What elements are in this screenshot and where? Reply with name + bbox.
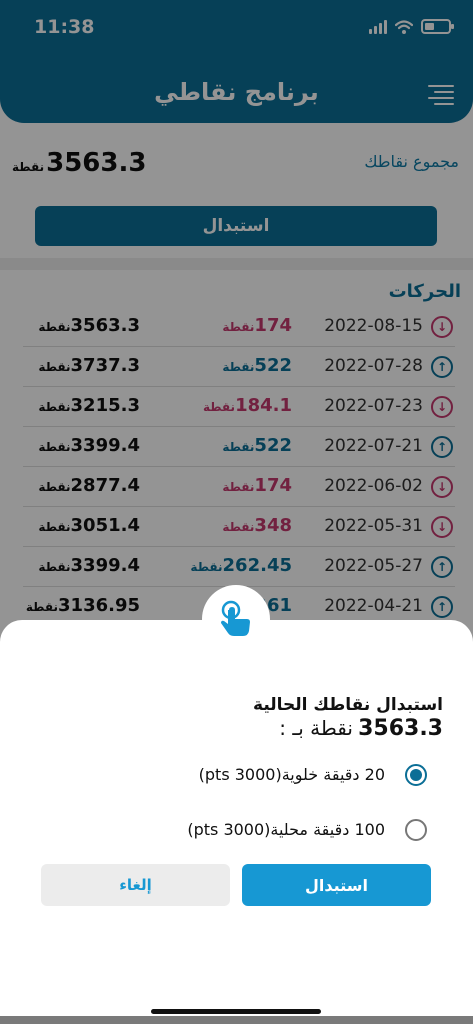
home-bar-area <box>0 1016 473 1024</box>
option-100-local-minutes[interactable]: 100 دقيقة محلية(3000 pts) <box>133 815 433 845</box>
sheet-points-suffix: نقطة بـ : <box>279 716 353 740</box>
sheet-points-value: 3563.3 <box>358 716 443 741</box>
home-indicator[interactable] <box>151 1009 321 1014</box>
radio-unselected[interactable] <box>405 819 427 841</box>
radio-selected[interactable] <box>405 764 427 786</box>
option-label: 100 دقيقة محلية(3000 pts) <box>187 820 385 839</box>
confirm-redeem-button[interactable]: استبدال <box>242 864 431 906</box>
tap-hand-glyph <box>221 600 250 636</box>
option-20-mobile-minutes[interactable]: 20 دقيقة خلوية(3000 pts) <box>133 760 433 790</box>
sheet-heading: استبدال نقاطك الحالية <box>253 695 443 715</box>
option-label: 20 دقيقة خلوية(3000 pts) <box>198 765 385 784</box>
tap-hand-icon <box>202 585 270 653</box>
cancel-button[interactable]: إلغاء <box>41 864 230 906</box>
sheet-points: 3563.3 نقطة بـ : <box>279 716 443 741</box>
